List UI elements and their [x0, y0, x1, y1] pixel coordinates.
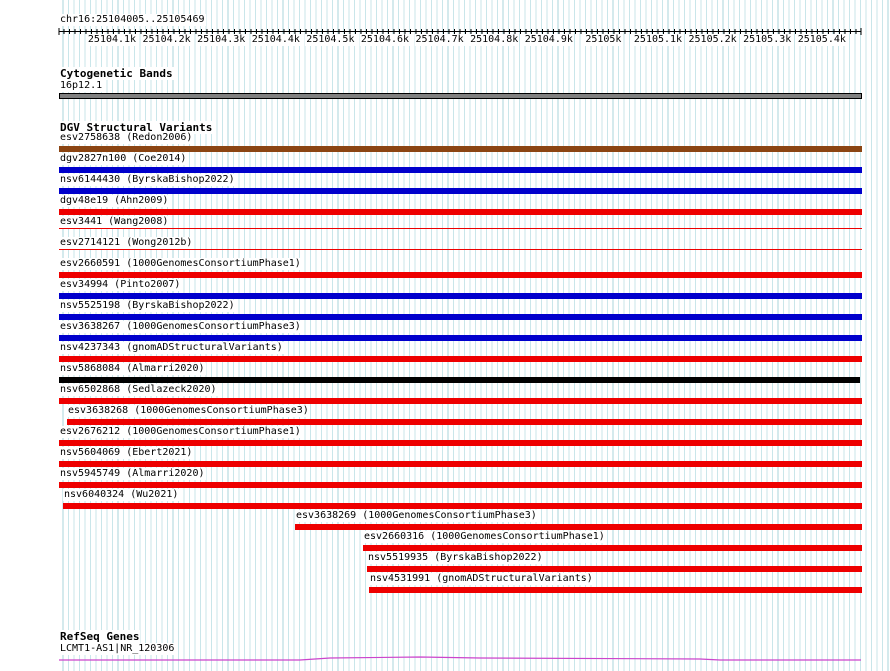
dgv-feature-bar[interactable]	[59, 461, 862, 467]
dgv-feature-bar[interactable]	[59, 188, 862, 194]
refseq-gene-feature[interactable]	[0, 650, 890, 671]
dgv-feature-label[interactable]: nsv5604069 (Ebert2021)	[59, 447, 194, 459]
ruler-tick-label: 25104.2k	[141, 34, 192, 46]
dgv-feature-bar[interactable]	[59, 167, 862, 173]
cytoband-label: 16p12.1	[59, 80, 104, 92]
dgv-feature-bar[interactable]	[59, 377, 860, 383]
dgv-feature-bar[interactable]	[369, 587, 862, 593]
dgv-feature-label[interactable]: nsv6144430 (ByrskaBishop2022)	[59, 174, 236, 186]
ruler-tick-label: 25105.1k	[632, 34, 684, 46]
dgv-feature-label[interactable]: dgv48e19 (Ahn2009)	[59, 195, 170, 207]
dgv-feature-bar[interactable]	[363, 545, 862, 551]
dgv-feature-label[interactable]: nsv5868084 (Almarri2020)	[59, 363, 206, 375]
dgv-feature-bar[interactable]	[367, 566, 862, 572]
cytoband-bar[interactable]	[59, 93, 862, 99]
dgv-feature-bar[interactable]	[59, 335, 862, 341]
dgv-feature-bar[interactable]	[295, 524, 862, 530]
dgv-feature-label[interactable]: esv3638268 (1000GenomesConsortiumPhase3)	[67, 405, 310, 417]
dgv-feature-bar[interactable]	[63, 503, 862, 509]
ruler-tick-label: 25104.5k	[305, 34, 356, 46]
dgv-feature-bar[interactable]	[59, 314, 862, 320]
dgv-feature-label[interactable]: nsv6040324 (Wu2021)	[63, 489, 180, 501]
dgv-feature-label[interactable]: nsv6502868 (Sedlazeck2020)	[59, 384, 218, 396]
dgv-feature-bar[interactable]	[59, 209, 862, 215]
dgv-feature-label[interactable]: esv34994 (Pinto2007)	[59, 279, 182, 291]
dgv-feature-label[interactable]: esv3441 (Wang2008)	[59, 216, 170, 228]
dgv-feature-label[interactable]: dgv2827n100 (Coe2014)	[59, 153, 188, 165]
dgv-feature-label[interactable]: nsv4237343 (gnomADStructuralVariants)	[59, 342, 284, 354]
ruler-tick-label: 25105k	[584, 34, 623, 46]
ruler-tick-label: 25104.8k	[469, 34, 520, 46]
dgv-feature-label[interactable]: esv2676212 (1000GenomesConsortiumPhase1)	[59, 426, 302, 438]
dgv-feature-bar[interactable]	[59, 482, 862, 488]
dgv-feature-bar[interactable]	[59, 228, 862, 229]
refseq-track-title[interactable]: RefSeq Genes	[59, 630, 141, 643]
dgv-feature-label[interactable]: nsv5945749 (Almarri2020)	[59, 468, 206, 480]
dgv-feature-bar[interactable]	[59, 146, 862, 152]
dgv-feature-label[interactable]: nsv4531991 (gnomADStructuralVariants)	[369, 573, 594, 585]
dgv-feature-label[interactable]: esv2660591 (1000GenomesConsortiumPhase1)	[59, 258, 302, 270]
dgv-feature-bar[interactable]	[59, 398, 862, 404]
dgv-feature-bar[interactable]	[59, 293, 862, 299]
ruler-tick-label: 25105.3k	[742, 34, 793, 46]
ruler-tick-label: 25105.2k	[687, 34, 738, 46]
ruler-tick-label: 25104.3k	[196, 34, 247, 46]
genome-browser-view[interactable]: chr16:25104005..25105469 25104.1k 25104.2…	[0, 0, 890, 671]
dgv-feature-bar[interactable]	[59, 440, 862, 446]
ruler-tick-label: 25104.7k	[414, 34, 465, 46]
dgv-feature-label[interactable]: nsv5525198 (ByrskaBishop2022)	[59, 300, 236, 312]
refseq-gene-line	[59, 656, 861, 661]
ruler-tick-label: 25105.4k	[796, 34, 847, 46]
dgv-feature-bar[interactable]	[59, 356, 862, 362]
dgv-feature-label[interactable]: esv2660316 (1000GenomesConsortiumPhase1)	[363, 531, 606, 543]
dgv-feature-bar[interactable]	[59, 272, 862, 278]
ruler-tick-label: 25104.1k	[86, 34, 138, 46]
ruler-tick-label: 25104.9k	[523, 34, 574, 46]
ruler-tick-label: 25104.4k	[250, 34, 301, 46]
dgv-feature-label[interactable]: esv2714121 (Wong2012b)	[59, 237, 194, 249]
dgv-feature-connector	[324, 526, 430, 527]
dgv-feature-label[interactable]: esv3638269 (1000GenomesConsortiumPhase3)	[295, 510, 538, 522]
dgv-feature-label[interactable]: esv3638267 (1000GenomesConsortiumPhase3)	[59, 321, 302, 333]
dgv-feature-label[interactable]: esv2758638 (Redon2006)	[59, 132, 194, 144]
dgv-feature-label[interactable]: nsv5519935 (ByrskaBishop2022)	[367, 552, 544, 564]
dgv-feature-bar[interactable]	[67, 419, 862, 425]
ruler-tick-label: 25104.6k	[359, 34, 411, 46]
dgv-feature-bar[interactable]	[59, 249, 862, 250]
cytoband-track-title[interactable]: Cytogenetic Bands	[59, 67, 174, 80]
